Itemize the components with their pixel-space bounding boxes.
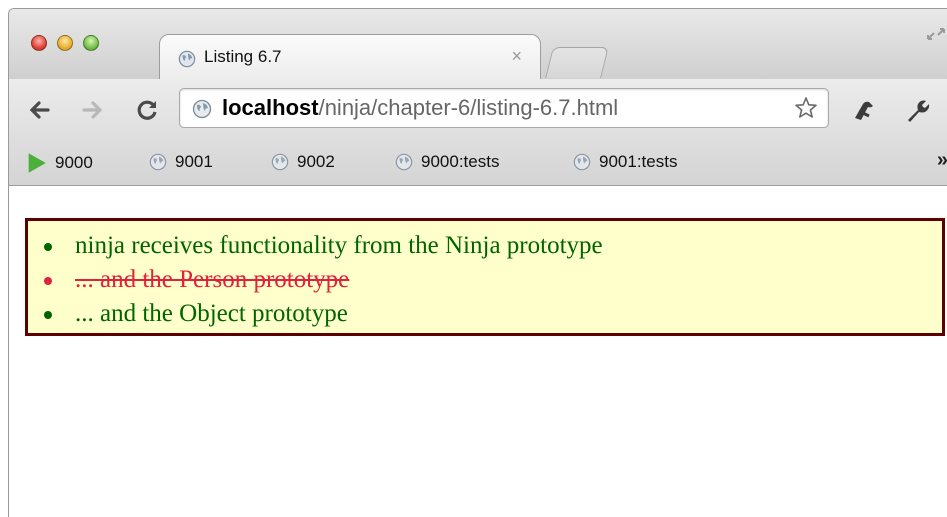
bookmark-label: 9002 <box>297 152 335 171</box>
browser-window: Listing 6.7 × localhost/ninja/chapter-6/… <box>8 8 947 517</box>
minimize-window-button[interactable] <box>57 35 73 51</box>
result-item-pass: ninja receives functionality from the Ni… <box>28 229 942 263</box>
play-icon <box>28 153 46 173</box>
bookmark-label: 9001 <box>175 152 213 171</box>
extension-icon[interactable] <box>851 98 877 124</box>
results-box: ninja receives functionality from the Ni… <box>25 218 945 336</box>
globe-icon <box>271 153 289 171</box>
results-list: ninja receives functionality from the Ni… <box>28 221 942 331</box>
bookmarks-bar: 9000 9001 9002 9000:tests 9001:tests » <box>9 139 947 186</box>
bookmark-9001[interactable]: 9001 <box>149 152 213 172</box>
more-bookmarks-button[interactable]: » <box>937 149 947 172</box>
bookmark-9000-tests[interactable]: 9000:tests <box>395 152 499 172</box>
result-text: ninja receives functionality from the Ni… <box>75 232 603 259</box>
reload-icon[interactable] <box>135 98 159 122</box>
tab-title: Listing 6.7 <box>204 47 282 66</box>
url-host: localhost <box>222 95 319 120</box>
tab-close-icon[interactable]: × <box>511 46 522 67</box>
result-text: ... and the Object prototype <box>75 300 348 327</box>
wrench-icon[interactable] <box>904 98 930 124</box>
bookmark-label: 9000:tests <box>421 152 500 171</box>
star-icon[interactable] <box>794 96 818 120</box>
bookmark-label: 9001:tests <box>599 152 678 171</box>
fullscreen-icon[interactable] <box>924 25 947 49</box>
result-item-pass: ... and the Object prototype <box>28 297 942 331</box>
globe-icon <box>395 153 413 171</box>
page-content: ninja receives functionality from the Ni… <box>9 186 947 517</box>
address-bar[interactable]: localhost/ninja/chapter-6/listing-6.7.ht… <box>179 88 829 128</box>
close-window-button[interactable] <box>31 35 47 51</box>
toolbar: localhost/ninja/chapter-6/listing-6.7.ht… <box>9 79 947 139</box>
window-controls <box>31 35 99 51</box>
bookmark-9001-tests[interactable]: 9001:tests <box>573 152 677 172</box>
url-text[interactable]: localhost/ninja/chapter-6/listing-6.7.ht… <box>222 95 618 121</box>
bookmark-9000[interactable]: 9000 <box>25 152 93 174</box>
zoom-window-button[interactable] <box>83 35 99 51</box>
globe-icon <box>573 153 591 171</box>
globe-icon <box>149 153 167 171</box>
tab-strip: Listing 6.7 × <box>9 9 947 80</box>
globe-icon <box>178 50 196 68</box>
pass-bullet-icon <box>44 311 52 319</box>
globe-icon <box>192 99 212 119</box>
result-item-fail: ... and the Person prototype <box>28 263 942 297</box>
bookmark-label: 9000 <box>55 153 93 172</box>
bookmark-9002[interactable]: 9002 <box>271 152 335 172</box>
url-path: /ninja/chapter-6/listing-6.7.html <box>318 95 619 120</box>
tab-listing[interactable]: Listing 6.7 × <box>159 34 541 80</box>
new-tab-button[interactable] <box>545 47 609 78</box>
pass-bullet-icon <box>44 243 52 251</box>
back-arrow-icon[interactable] <box>27 98 51 122</box>
fail-bullet-icon <box>44 277 52 285</box>
forward-arrow-icon[interactable] <box>81 98 105 122</box>
result-text: ... and the Person prototype <box>75 266 350 293</box>
